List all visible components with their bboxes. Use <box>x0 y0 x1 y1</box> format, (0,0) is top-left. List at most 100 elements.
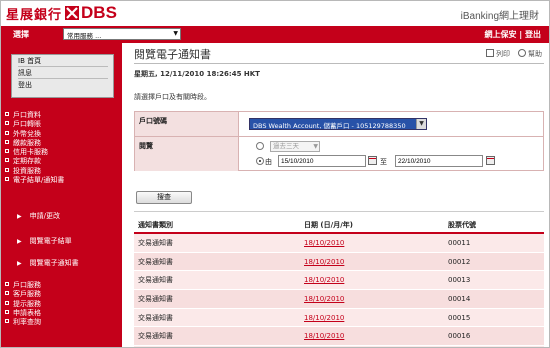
bullet-icon <box>5 300 9 305</box>
cell-date-link[interactable]: 18/10/2010 <box>300 295 444 303</box>
cell-stock-code: 00012 <box>448 257 471 266</box>
header: 星展銀行 DBS iBanking網上理財 <box>1 1 549 26</box>
logo-chinese-text: 星展銀行 <box>6 7 63 23</box>
results-divider <box>134 211 544 212</box>
calendar-icon[interactable] <box>368 156 377 165</box>
bullet-icon <box>5 121 9 126</box>
quicknav-ib-home[interactable]: IB 首頁 <box>18 55 108 67</box>
sidebar-item-forms[interactable]: 申請表格 <box>5 309 41 318</box>
table-row: 交易通知書 18/10/2010 00013 <box>134 271 544 291</box>
cell-date-link[interactable]: 18/10/2010 <box>300 258 444 266</box>
app-frame: 星展銀行 DBS iBanking網上理財 選擇 常用服務 ... ▼ 網上保安… <box>0 0 550 348</box>
table-row: 交易通知書 18/10/2010 00011 <box>134 234 544 253</box>
sidebar-subitem-apply[interactable]: ▶ 申請/更改 <box>17 211 60 221</box>
triangle-right-icon: ▶ <box>17 260 22 267</box>
sidebar-subitem-view-statements[interactable]: ▶ 閱覽電子結單 <box>17 236 72 246</box>
cell-date-link[interactable]: 18/10/2010 <box>300 239 444 247</box>
period-preset-select[interactable]: 過去三天 ▼ <box>270 141 320 152</box>
sidebar-item-customer-services[interactable]: 客戶服務 <box>5 290 41 299</box>
select-label: 選擇 <box>13 30 29 39</box>
sidebar-item-label: 信用卡服務 <box>13 148 48 157</box>
to-date-input[interactable] <box>395 155 483 167</box>
header-date: 日期 (日/月/年) <box>304 221 353 229</box>
page-title: 閱覽電子通知書 <box>134 48 211 61</box>
title-divider <box>134 63 544 64</box>
sidebar-subitem-label: 閱覽電子結單 <box>29 237 72 245</box>
from-date-input[interactable] <box>278 155 366 167</box>
logo-english-text: DBS <box>81 3 117 22</box>
sidebar-item-account-services[interactable]: 戶口服務 <box>5 281 41 290</box>
cell-stock-code: 00013 <box>448 276 471 285</box>
sidebar-subitem-view-advices[interactable]: ▶ 閱覽電子通知書 <box>17 258 79 268</box>
sidebar-item-label: 利率查詢 <box>13 318 41 327</box>
page-actions: 列印 幫助 <box>486 49 542 59</box>
sidebar-item-investment[interactable]: 投資服務 <box>5 167 64 176</box>
chevron-down-icon: ▼ <box>416 119 426 129</box>
quick-services-value: 常用服務 ... <box>67 32 102 40</box>
sidebar-item-label: 電子結單/通知書 <box>13 176 65 185</box>
cell-date-link[interactable]: 18/10/2010 <box>300 332 444 340</box>
cell-advice-type: 交易通知書 <box>138 257 173 266</box>
cell-date-link[interactable]: 18/10/2010 <box>300 314 444 322</box>
sidebar-subitem-label: 申請/更改 <box>29 212 60 220</box>
table-row: 交易通知書 18/10/2010 00016 <box>134 327 544 347</box>
sidebar-item-time-deposit[interactable]: 定期存款 <box>5 157 64 166</box>
radio-period-preset[interactable] <box>256 142 264 150</box>
quicknav-messages[interactable]: 訊息 <box>18 67 108 79</box>
sidebar-item-accounts[interactable]: 戶口資料 <box>5 111 64 120</box>
quicknav-logout[interactable]: 登出 <box>18 79 108 91</box>
table-row: 交易通知書 18/10/2010 00015 <box>134 308 544 328</box>
account-label: 戶口號碼 <box>135 112 239 136</box>
triangle-right-icon: ▶ <box>17 238 22 245</box>
table-body: 交易通知書 18/10/2010 00011 交易通知書 18/10/2010 00012… <box>134 234 544 347</box>
radio-date-range[interactable] <box>256 157 264 165</box>
dbs-logo[interactable]: 星展銀行 DBS <box>6 3 117 23</box>
search-form: 戶口號碼 DBS Wealth Account, 儲蓄戶口 - 10512978… <box>134 111 544 171</box>
sidebar-item-alerts[interactable]: 提示服務 <box>5 300 41 309</box>
print-button[interactable]: 列印 <box>486 49 510 59</box>
bullet-icon <box>5 319 9 324</box>
help-button[interactable]: 幫助 <box>518 49 542 59</box>
sidebar-item-rates[interactable]: 利率查詢 <box>5 318 41 327</box>
chevron-down-icon: ▼ <box>313 143 318 150</box>
sidebar-item-fx[interactable]: 外幣兌換 <box>5 130 64 139</box>
sidebar-item-label: 戶口資料 <box>13 111 41 119</box>
quick-nav-box: IB 首頁 訊息 登出 <box>11 54 114 98</box>
cell-advice-type: 交易通知書 <box>138 313 173 322</box>
cell-stock-code: 00011 <box>448 238 471 247</box>
sidebar-item-label: 外幣兌換 <box>13 129 41 138</box>
table-row: 交易通知書 18/10/2010 00014 <box>134 290 544 309</box>
nav-group-main: 戶口資料 戶口轉賬 外幣兌換 繳款服務 信用卡服務 定期存款 投資服務 電子結單… <box>5 111 64 185</box>
sidebar-item-label: 繳款服務 <box>13 138 41 147</box>
security-logout-links[interactable]: 網上保安 | 登出 <box>485 29 542 40</box>
sidebar-item-label: 提示服務 <box>13 299 41 308</box>
ibanking-title: iBanking網上理財 <box>460 11 539 22</box>
sidebar-item-bill-payment[interactable]: 繳款服務 <box>5 139 64 148</box>
account-select-value: DBS Wealth Account, 儲蓄戶口 - 105129788350 <box>253 122 406 130</box>
cell-stock-code: 00015 <box>448 313 471 322</box>
to-label: 至 <box>380 158 387 166</box>
from-label: 由 <box>265 158 272 166</box>
cell-advice-type: 交易通知書 <box>138 276 173 285</box>
account-row: 戶口號碼 DBS Wealth Account, 儲蓄戶口 - 10512978… <box>135 112 543 137</box>
printer-icon <box>486 49 494 57</box>
calendar-icon[interactable] <box>486 156 495 165</box>
header-advice-type: 通知書類別 <box>138 221 173 229</box>
help-icon <box>518 49 526 57</box>
bullet-icon <box>5 130 9 135</box>
cell-advice-type: 交易通知書 <box>138 238 173 247</box>
results-table: 通知書類別 日期 (日/月/年) 股票代號 交易通知書 18/10/2010 000… <box>134 218 544 347</box>
sidebar-item-transfers[interactable]: 戶口轉賬 <box>5 120 64 129</box>
quick-services-select[interactable]: 常用服務 ... ▼ <box>63 28 181 40</box>
sidebar-item-label: 戶口轉賬 <box>13 120 41 129</box>
header-stock-code: 股票代號 <box>448 221 476 229</box>
bullet-icon <box>5 149 9 154</box>
table-header: 通知書類別 日期 (日/月/年) 股票代號 <box>134 218 544 234</box>
top-navigation-bar: 選擇 常用服務 ... ▼ 網上保安 | 登出 <box>1 26 549 43</box>
cell-date-link[interactable]: 18/10/2010 <box>300 276 444 284</box>
sidebar-item-estatements[interactable]: 電子結單/通知書 <box>5 176 64 185</box>
account-select[interactable]: DBS Wealth Account, 儲蓄戶口 - 105129788350 … <box>249 118 427 130</box>
sidebar-item-label: 投資服務 <box>13 166 41 175</box>
search-button[interactable]: 搜查 <box>136 191 192 204</box>
sidebar-item-label: 申請表格 <box>13 308 41 317</box>
